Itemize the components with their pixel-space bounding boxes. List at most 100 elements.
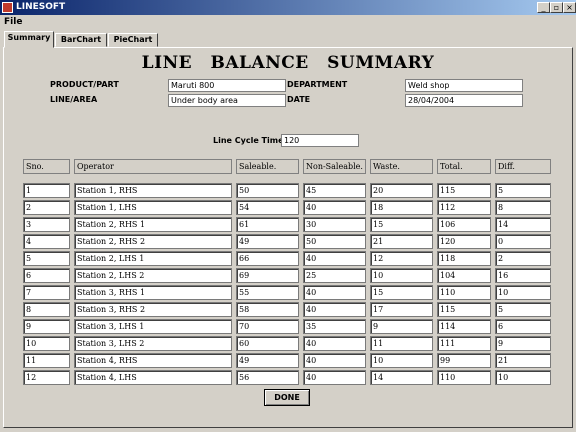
cell-non-saleable[interactable]: 40 bbox=[303, 251, 366, 266]
tab-barchart[interactable]: BarChart bbox=[55, 33, 107, 47]
cell-total[interactable]: 115 bbox=[437, 183, 491, 198]
close-button[interactable]: × bbox=[563, 2, 576, 13]
cell-operator[interactable]: Station 1, RHS bbox=[74, 183, 232, 198]
minimize-button[interactable]: _ bbox=[537, 2, 550, 13]
cell-operator[interactable]: Station 2, RHS 1 bbox=[74, 217, 232, 232]
cell-saleable[interactable]: 61 bbox=[236, 217, 299, 232]
cell-saleable[interactable]: 49 bbox=[236, 353, 299, 368]
cell-saleable[interactable]: 58 bbox=[236, 302, 299, 317]
cell-total[interactable]: 120 bbox=[437, 234, 491, 249]
cell-operator[interactable]: Station 4, RHS bbox=[74, 353, 232, 368]
cell-sno[interactable]: 11 bbox=[23, 353, 70, 368]
cell-waste[interactable]: 10 bbox=[370, 268, 433, 283]
cell-non-saleable[interactable]: 30 bbox=[303, 217, 366, 232]
cell-diff[interactable]: 8 bbox=[495, 200, 551, 215]
cell-sno[interactable]: 12 bbox=[23, 370, 70, 385]
cell-waste[interactable]: 15 bbox=[370, 217, 433, 232]
menu-file[interactable]: File bbox=[4, 16, 22, 28]
cell-non-saleable[interactable]: 35 bbox=[303, 319, 366, 334]
cell-waste[interactable]: 17 bbox=[370, 302, 433, 317]
cell-waste[interactable]: 18 bbox=[370, 200, 433, 215]
cell-operator[interactable]: Station 1, LHS bbox=[74, 200, 232, 215]
cell-total[interactable]: 115 bbox=[437, 302, 491, 317]
cell-non-saleable[interactable]: 25 bbox=[303, 268, 366, 283]
cell-saleable[interactable]: 55 bbox=[236, 285, 299, 300]
cell-diff[interactable]: 5 bbox=[495, 183, 551, 198]
cell-diff[interactable]: 6 bbox=[495, 319, 551, 334]
cell-saleable[interactable]: 54 bbox=[236, 200, 299, 215]
cell-sno[interactable]: 7 bbox=[23, 285, 70, 300]
col-header-sno: Sno. bbox=[23, 159, 70, 174]
cell-operator[interactable]: Station 3, LHS 1 bbox=[74, 319, 232, 334]
cell-diff[interactable]: 14 bbox=[495, 217, 551, 232]
cell-sno[interactable]: 10 bbox=[23, 336, 70, 351]
cell-diff[interactable]: 0 bbox=[495, 234, 551, 249]
cell-operator[interactable]: Station 2, LHS 1 bbox=[74, 251, 232, 266]
cell-non-saleable[interactable]: 50 bbox=[303, 234, 366, 249]
col-header-non-saleable: Non-Saleable. bbox=[303, 159, 366, 174]
cell-diff[interactable]: 2 bbox=[495, 251, 551, 266]
cell-diff[interactable]: 5 bbox=[495, 302, 551, 317]
cell-saleable[interactable]: 49 bbox=[236, 234, 299, 249]
cell-waste[interactable]: 9 bbox=[370, 319, 433, 334]
cell-waste[interactable]: 12 bbox=[370, 251, 433, 266]
date-field[interactable]: 28/04/2004 bbox=[405, 94, 523, 107]
cell-non-saleable[interactable]: 40 bbox=[303, 285, 366, 300]
cell-saleable[interactable]: 50 bbox=[236, 183, 299, 198]
cell-saleable[interactable]: 70 bbox=[236, 319, 299, 334]
cell-diff[interactable]: 10 bbox=[495, 370, 551, 385]
cell-saleable[interactable]: 56 bbox=[236, 370, 299, 385]
cell-total[interactable]: 111 bbox=[437, 336, 491, 351]
cell-saleable[interactable]: 60 bbox=[236, 336, 299, 351]
cell-saleable[interactable]: 69 bbox=[236, 268, 299, 283]
cell-sno[interactable]: 5 bbox=[23, 251, 70, 266]
cell-waste[interactable]: 10 bbox=[370, 353, 433, 368]
cell-waste[interactable]: 11 bbox=[370, 336, 433, 351]
cell-total[interactable]: 104 bbox=[437, 268, 491, 283]
tab-summary[interactable]: Summary bbox=[4, 31, 54, 48]
cell-waste[interactable]: 20 bbox=[370, 183, 433, 198]
cell-saleable[interactable]: 66 bbox=[236, 251, 299, 266]
cell-total[interactable]: 99 bbox=[437, 353, 491, 368]
cell-diff[interactable]: 9 bbox=[495, 336, 551, 351]
cell-operator[interactable]: Station 3, RHS 2 bbox=[74, 302, 232, 317]
cell-sno[interactable]: 2 bbox=[23, 200, 70, 215]
cell-non-saleable[interactable]: 40 bbox=[303, 336, 366, 351]
cell-total[interactable]: 114 bbox=[437, 319, 491, 334]
cell-total[interactable]: 110 bbox=[437, 285, 491, 300]
cell-total[interactable]: 118 bbox=[437, 251, 491, 266]
line-field[interactable]: Under body area bbox=[168, 94, 286, 107]
cell-waste[interactable]: 15 bbox=[370, 285, 433, 300]
cell-sno[interactable]: 3 bbox=[23, 217, 70, 232]
cell-non-saleable[interactable]: 40 bbox=[303, 370, 366, 385]
product-field[interactable]: Maruti 800 bbox=[168, 79, 286, 92]
cell-operator[interactable]: Station 2, LHS 2 bbox=[74, 268, 232, 283]
cell-waste[interactable]: 21 bbox=[370, 234, 433, 249]
cell-total[interactable]: 110 bbox=[437, 370, 491, 385]
cell-non-saleable[interactable]: 40 bbox=[303, 353, 366, 368]
maximize-button[interactable]: ▫ bbox=[550, 2, 563, 13]
cell-total[interactable]: 112 bbox=[437, 200, 491, 215]
cell-operator[interactable]: Station 3, RHS 1 bbox=[74, 285, 232, 300]
cell-sno[interactable]: 8 bbox=[23, 302, 70, 317]
cell-operator[interactable]: Station 2, RHS 2 bbox=[74, 234, 232, 249]
cell-sno[interactable]: 9 bbox=[23, 319, 70, 334]
cell-sno[interactable]: 6 bbox=[23, 268, 70, 283]
cell-diff[interactable]: 16 bbox=[495, 268, 551, 283]
done-button[interactable]: DONE bbox=[264, 389, 310, 406]
product-label: PRODUCT/PART bbox=[50, 80, 119, 89]
cell-waste[interactable]: 14 bbox=[370, 370, 433, 385]
cell-sno[interactable]: 1 bbox=[23, 183, 70, 198]
department-field[interactable]: Weld shop bbox=[405, 79, 523, 92]
cell-non-saleable[interactable]: 40 bbox=[303, 200, 366, 215]
cell-operator[interactable]: Station 3, LHS 2 bbox=[74, 336, 232, 351]
cell-diff[interactable]: 21 bbox=[495, 353, 551, 368]
cell-sno[interactable]: 4 bbox=[23, 234, 70, 249]
cycle-time-field[interactable]: 120 bbox=[281, 134, 359, 147]
cell-diff[interactable]: 10 bbox=[495, 285, 551, 300]
cell-non-saleable[interactable]: 40 bbox=[303, 302, 366, 317]
cell-total[interactable]: 106 bbox=[437, 217, 491, 232]
cell-operator[interactable]: Station 4, LHS bbox=[74, 370, 232, 385]
tab-piechart[interactable]: PieChart bbox=[108, 33, 158, 47]
cell-non-saleable[interactable]: 45 bbox=[303, 183, 366, 198]
